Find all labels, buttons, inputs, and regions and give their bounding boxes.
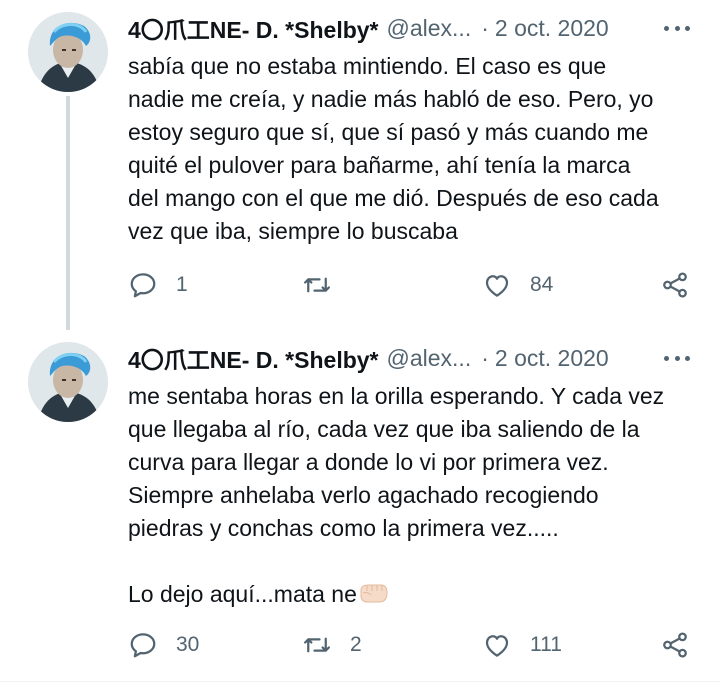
- share-icon: [663, 272, 687, 298]
- tweet-date[interactable]: 2 oct. 2020: [495, 345, 609, 372]
- tweet-header: 4〇爪工NE- D. *Shelby* @alex... · 2 oct. 20…: [128, 12, 700, 44]
- author-handle[interactable]: @alex...: [387, 15, 472, 42]
- tweet-text-last-line: Lo dejo aquí...mata ne: [128, 581, 357, 607]
- reply-icon: [130, 633, 156, 658]
- like-count: 84: [530, 273, 554, 296]
- like-button[interactable]: 84: [482, 268, 553, 302]
- tweet[interactable]: 4〇爪工NE- D. *Shelby* @alex... · 2 oct. 20…: [0, 330, 720, 682]
- share-button[interactable]: [660, 628, 690, 662]
- reply-count: 30: [176, 633, 200, 656]
- author-handle[interactable]: @alex...: [387, 345, 472, 372]
- tweet-header: 4〇爪工NE- D. *Shelby* @alex... · 2 oct. 20…: [128, 342, 700, 374]
- author-name[interactable]: 4〇爪工NE- D. *Shelby*: [128, 11, 379, 45]
- like-icon: [485, 635, 509, 657]
- avatar-image: [28, 342, 108, 422]
- retweet-button[interactable]: [302, 268, 350, 302]
- more-icon[interactable]: [664, 16, 690, 40]
- tweet[interactable]: 4〇爪工NE- D. *Shelby* @alex... · 2 oct. 20…: [0, 0, 720, 330]
- tweet-text-main: me sentaba horas en la orilla esperando.…: [128, 383, 665, 541]
- like-icon: [485, 275, 509, 297]
- separator-dot: ·: [481, 14, 489, 41]
- avatar[interactable]: [28, 342, 108, 422]
- avatar-image: [28, 12, 108, 92]
- reply-button[interactable]: 1: [128, 268, 188, 302]
- like-button[interactable]: 111: [482, 628, 562, 662]
- retweet-icon: [304, 277, 330, 293]
- tweet-text: me sentaba horas en la orilla esperando.…: [128, 380, 698, 611]
- tweet-date[interactable]: 2 oct. 2020: [495, 15, 609, 42]
- more-icon[interactable]: [664, 346, 690, 370]
- avatar[interactable]: [28, 12, 108, 92]
- retweet-icon: [304, 637, 330, 653]
- separator-dot: ·: [481, 344, 489, 371]
- like-count: 111: [530, 633, 562, 656]
- author-name[interactable]: 4〇爪工NE- D. *Shelby*: [128, 341, 379, 375]
- tweet-text: sabía que no estaba mintiendo. El caso e…: [128, 53, 659, 244]
- tweet-actions: 30 2 111: [128, 628, 700, 662]
- share-button[interactable]: [660, 268, 690, 302]
- retweet-button[interactable]: 2: [302, 628, 362, 662]
- reply-count: 1: [176, 273, 188, 296]
- reply-button[interactable]: 30: [128, 628, 199, 662]
- tweet-actions: 1 84: [128, 268, 700, 302]
- divider: [0, 681, 720, 682]
- reply-icon: [130, 273, 156, 298]
- thread-connector-line: [66, 96, 70, 330]
- left-facing-fist-emoji: [357, 582, 389, 604]
- share-icon: [663, 632, 687, 658]
- retweet-count: 2: [350, 633, 362, 656]
